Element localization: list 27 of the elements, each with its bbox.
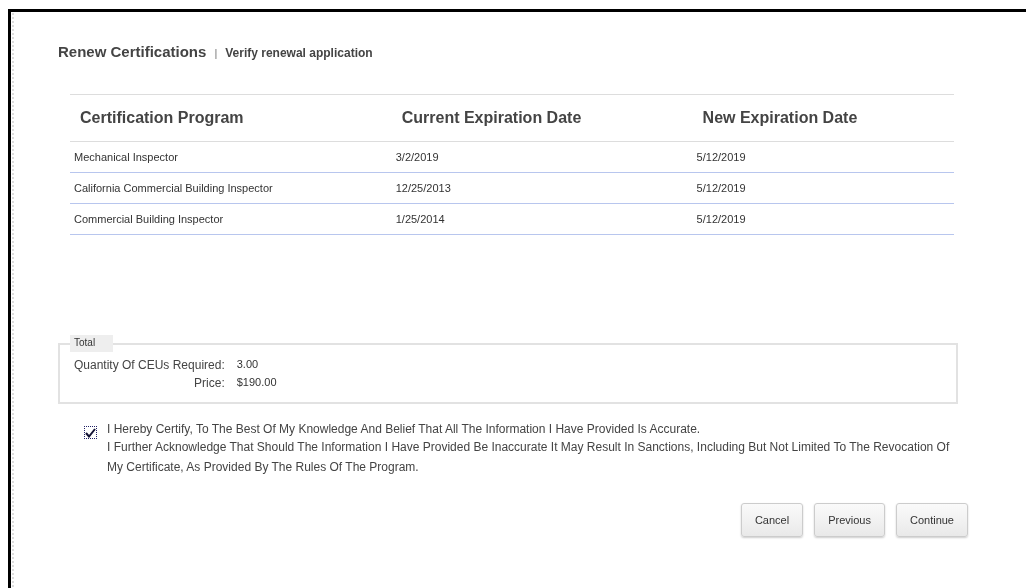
column-header: New Expiration Date [692, 94, 954, 142]
total-label: Price: [193, 376, 225, 390]
page-title: Renew Certifications [58, 43, 207, 60]
column-header: Certification Program [70, 94, 392, 142]
certify-statement: I Hereby Certify, To The Best Of My Knowledge And Belief That All The Information I Have Provided Is Accurate. [107, 422, 702, 437]
page-subtitle: Verify renewal application [225, 46, 373, 60]
action-button[interactable]: Previous [814, 503, 885, 537]
column-header: Current Expiration Date [391, 94, 693, 142]
certify-checkbox[interactable] [84, 426, 97, 439]
action-button[interactable]: Cancel [740, 503, 804, 537]
table-cell: 3/2/2019 [391, 141, 693, 173]
table-cell: Commercial Building Inspector [70, 203, 392, 235]
table-cell: California Commercial Building Inspector [70, 172, 392, 204]
checkmark-icon [85, 427, 96, 438]
action-button[interactable]: Continue [895, 503, 968, 537]
total-value: $190.00 [236, 376, 277, 390]
table-cell: Mechanical Inspector [70, 141, 392, 173]
table-cell: 5/12/2019 [692, 141, 954, 173]
table-cell: 5/12/2019 [692, 203, 954, 235]
table-cell: 1/25/2014 [391, 203, 693, 235]
title-separator: | [214, 47, 218, 59]
total-value: 3.00 [236, 358, 260, 372]
panel-legend: Total [70, 335, 114, 352]
total-label: Quantity Of CEUs Required: [74, 358, 225, 372]
table-cell: 5/12/2019 [692, 172, 954, 204]
table-cell: 12/25/2013 [391, 172, 693, 204]
certify-statement: I Further Acknowledge That Should The Information I Have Provided Be Inaccurate It May Result In Sanctions, Including But Not Limited To The Revocation Of My Certificate, As Provided By The Rules Of The Program. [107, 439, 951, 476]
